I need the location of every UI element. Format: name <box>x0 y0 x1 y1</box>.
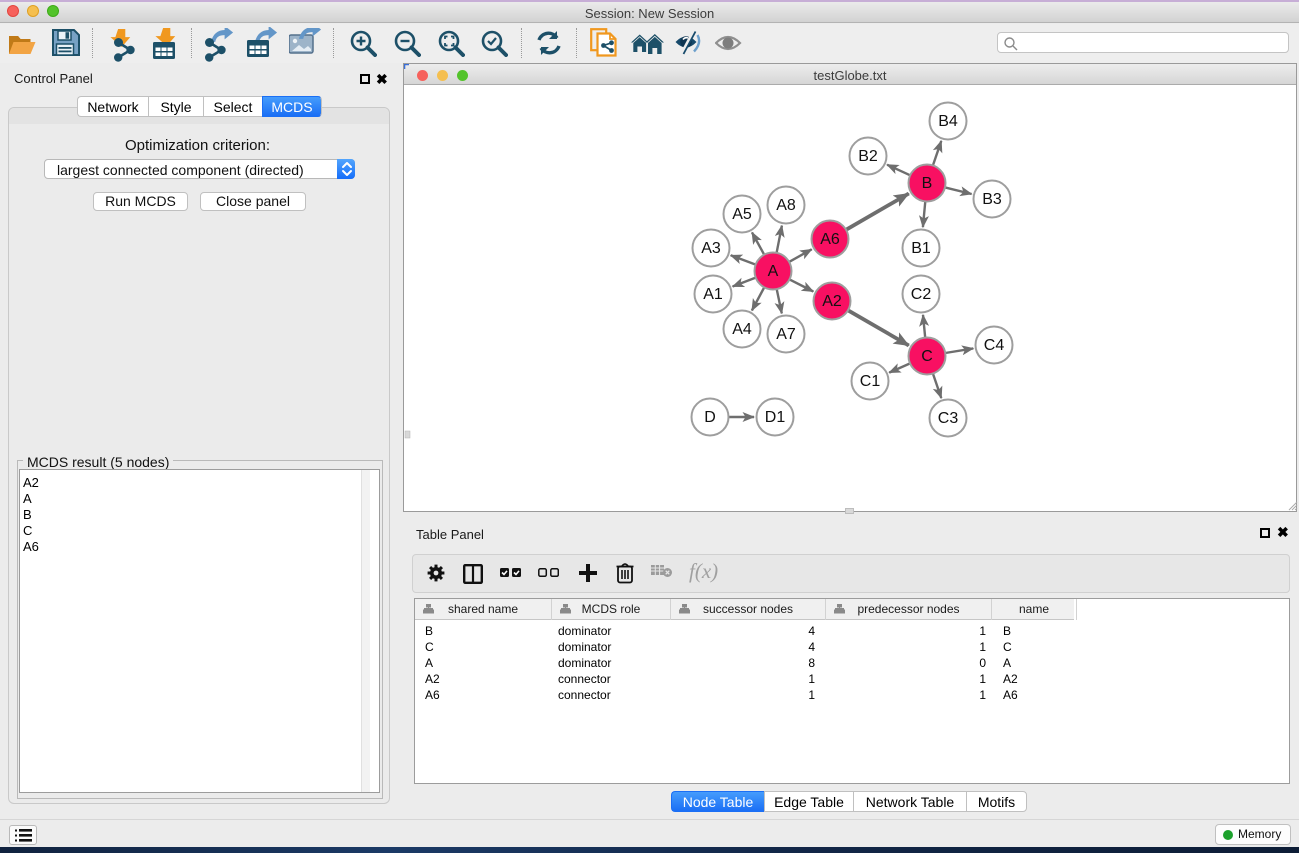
svg-text:A3: A3 <box>701 240 721 257</box>
svg-text:C3: C3 <box>938 410 959 427</box>
svg-text:B4: B4 <box>938 113 958 130</box>
svg-text:A1: A1 <box>703 286 723 303</box>
svg-text:f(x): f(x) <box>689 562 718 583</box>
svg-text:A: A <box>768 263 779 280</box>
svg-text:D1: D1 <box>765 409 786 426</box>
svg-text:A5: A5 <box>732 206 752 223</box>
svg-text:B2: B2 <box>858 148 878 165</box>
svg-text:C: C <box>921 348 933 365</box>
svg-text:C1: C1 <box>860 373 881 390</box>
svg-text:A6: A6 <box>820 231 840 248</box>
svg-text:B: B <box>922 175 933 192</box>
svg-text:C4: C4 <box>984 337 1005 354</box>
svg-text:B1: B1 <box>911 240 931 257</box>
svg-text:A8: A8 <box>776 197 796 214</box>
svg-text:A2: A2 <box>822 293 842 310</box>
svg-text:D: D <box>704 409 716 426</box>
svg-text:B3: B3 <box>982 191 1002 208</box>
svg-text:A7: A7 <box>776 326 796 343</box>
svg-text:C2: C2 <box>911 286 932 303</box>
svg-text:A4: A4 <box>732 321 752 338</box>
